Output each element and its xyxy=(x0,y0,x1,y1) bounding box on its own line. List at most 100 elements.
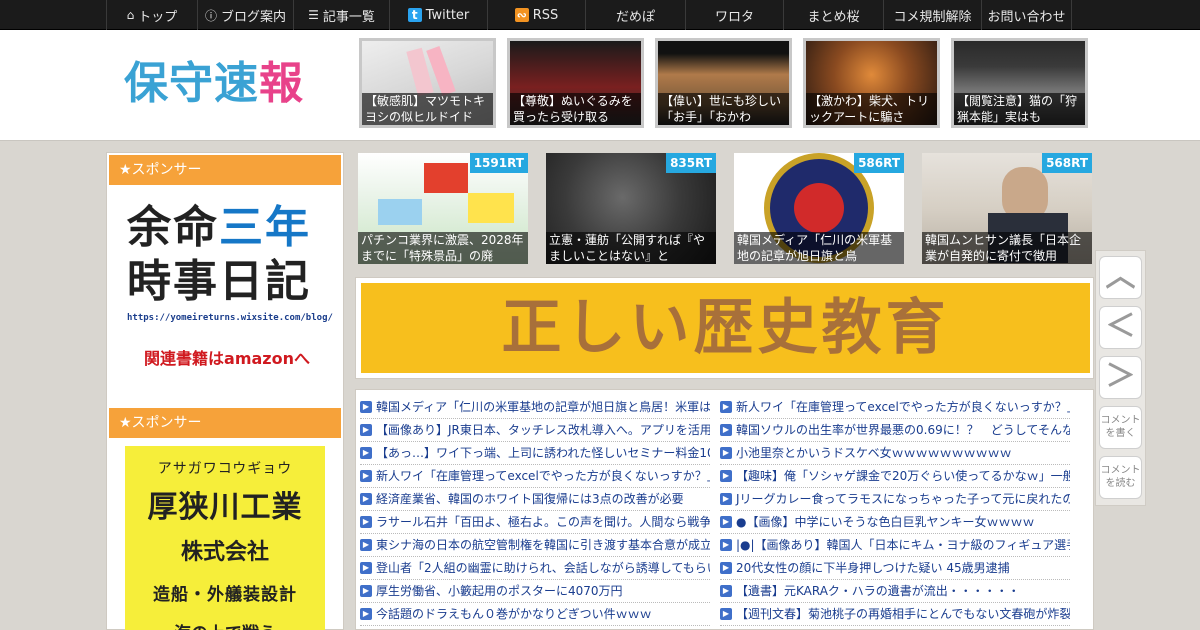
link-text: 新人ワイ「在庫管理ってexcelでやった方が良くないっすか？」 xyxy=(736,400,1070,414)
read-comment-button[interactable]: コメント を読む xyxy=(1099,456,1142,499)
nav-item-twitter[interactable]: t Twitter xyxy=(390,0,488,30)
ad-title-line2: 時事日記 xyxy=(127,256,311,307)
list-item[interactable]: ▶ 【遺書】元KARAク・ハラの遺書が流出・・・・・・ xyxy=(720,580,1070,603)
rt-caption: 韓国ムンヒサン議長「日本企業が自発的に寄付で徴用 xyxy=(922,232,1092,264)
header-thumb[interactable]: 【敏感肌】マツモトキヨシの似ヒルドイド xyxy=(359,38,496,128)
rt-thumb[interactable]: 835RT 立憲・蓮舫「公開すれば『やましいことはない』と xyxy=(546,153,716,264)
sponsor-ad-asagawa[interactable]: アサガワコウギョウ 厚狭川工業 株式会社 造船・外艤装設計 海の上で戦う xyxy=(125,446,325,630)
list-item[interactable]: ▶ 韓国メディア「仁川の米軍基地の記章が旭日旗と鳥居！米軍は xyxy=(360,396,710,419)
home-icon: ⌂ xyxy=(126,8,135,22)
rt-thumb[interactable]: 1591RT パチンコ業界に激震、2028年までに「特殊景品」の廃 xyxy=(358,153,528,264)
rt-caption: 韓国メディア「仁川の米軍基地の記章が旭日旗と鳥 xyxy=(734,232,904,264)
link-bullet-icon: ▶ xyxy=(360,585,372,597)
twitter-icon: t xyxy=(407,8,422,22)
nav-item-warota[interactable]: ワロタ xyxy=(686,0,784,30)
sponsor-heading: ★スポンサー xyxy=(109,155,341,185)
thumb-caption: 【敏感肌】マツモトキヨシの似ヒルドイド xyxy=(362,93,493,125)
list-item[interactable]: ▶ 【あっ…】ワイ下っ端、上司に誘われた怪しいセミナー料金10 xyxy=(360,442,710,465)
header-thumb[interactable]: 【偉い】世にも珍しい「お手」「おかわ xyxy=(655,38,792,128)
button-label: を読む xyxy=(1105,478,1136,489)
nav-item-damepo[interactable]: だめぽ xyxy=(586,0,686,30)
link-bullet-icon: ▶ xyxy=(720,424,732,436)
insignia-center-shape xyxy=(794,183,844,233)
nav-label: だめぽ xyxy=(615,9,655,25)
link-text: Jリーグカレー食ってラモスになっちゃった子って元に戻れたの xyxy=(736,492,1070,506)
link-bullet-icon: ▶ xyxy=(360,608,372,620)
nav-item-contact[interactable]: お問い合わせ xyxy=(982,0,1072,30)
list-item[interactable]: ▶ 新人ワイ「在庫管理ってexcelでやった方が良くないっすか？」 xyxy=(360,465,710,488)
ad-business: 造船・外艤装設計 xyxy=(153,585,297,605)
list-item[interactable]: ▶ 【画像あり】JR東日本、タッチレス改札導入へ。アプリを活用 xyxy=(360,419,710,442)
site-logo[interactable]: 保守速報 xyxy=(124,54,324,114)
thumb-caption: 【偉い】世にも珍しい「お手」「おかわ xyxy=(658,93,789,125)
list-item[interactable]: ▶ ●【画像】中学にいそうな色白巨乳ヤンキー女ｗｗｗｗ xyxy=(720,511,1070,534)
link-text: 厚生労働省、小籔起用のポスターに4070万円 xyxy=(376,584,623,598)
ad-title-line1: 余命三年 xyxy=(127,201,327,255)
list-item[interactable]: ▶ Jリーグカレー食ってラモスになっちゃった子って元に戻れたの xyxy=(720,488,1070,511)
rt-thumb[interactable]: 568RT 韓国ムンヒサン議長「日本企業が自発的に寄付で徴用 xyxy=(922,153,1092,264)
info-icon: ⓘ xyxy=(204,8,217,23)
links-column-right: ▶ 新人ワイ「在庫管理ってexcelでやった方が良くないっすか？」 ▶ 韓国ソウルの… xyxy=(720,396,1070,626)
header-thumb[interactable]: 【激かわ】柴犬、トリックアートに騙さ xyxy=(803,38,940,128)
rt-thumb[interactable]: 586RT 韓国メディア「仁川の米軍基地の記章が旭日旗と鳥 xyxy=(734,153,904,264)
list-item[interactable]: ▶ 厚生労働省、小籔起用のポスターに4070万円 xyxy=(360,580,710,603)
previous-article-button[interactable]: ＜ xyxy=(1099,306,1142,349)
link-bullet-icon: ▶ xyxy=(720,470,732,482)
top-navigation: ⌂ トップ ⓘ ブログ案内 ☰ 記事一覧 t Twitter ∾ RSS だめぽ… xyxy=(0,0,1200,30)
list-item[interactable]: ▶ 登山者「2人組の幽霊に助けられ、会話しながら誘導してもらい xyxy=(360,557,710,580)
list-item[interactable]: ▶ 新人ワイ「在庫管理ってexcelでやった方が良くないっすか？」 xyxy=(720,396,1070,419)
link-bullet-icon: ▶ xyxy=(720,585,732,597)
rss-icon: ∾ xyxy=(514,8,529,22)
left-sidebar: ★スポンサー 余命三年 時事日記 https://yomeireturns.wi… xyxy=(106,152,344,630)
header-thumb[interactable]: 【閲覧注意】猫の「狩猟本能」実はも xyxy=(951,38,1088,128)
sponsor-ad-yomei[interactable]: 余命三年 時事日記 https://yomeireturns.wixsite.c… xyxy=(127,201,333,369)
link-text: 東シナ海の日本の航空管制権を韓国に引き渡す基本合意が成立 xyxy=(376,538,710,552)
link-bullet-icon: ▶ xyxy=(360,516,372,528)
nav-item-matome-sakura[interactable]: まとめ桜 xyxy=(784,0,884,30)
list-item[interactable]: ▶ 今話題のドラえもん０巻がかなりどぎつい件ｗｗｗ xyxy=(360,603,710,626)
thumb-caption: 【尊敬】ぬいぐるみを買ったら受け取る xyxy=(510,93,641,125)
link-bullet-icon: ▶ xyxy=(720,539,732,551)
list-item[interactable]: ▶ 【趣味】俺「ソシャゲ課金で20万ぐらい使ってるかなｗ」一般 xyxy=(720,465,1070,488)
ad-amazon-link[interactable]: 関連書籍はamazonへ xyxy=(127,345,327,369)
rt-count-badge: 835RT xyxy=(666,153,716,173)
list-item[interactable]: ▶ 経済産業省、韓国のホワイト国復帰には3点の改善が必要 xyxy=(360,488,710,511)
nav-label: ブログ案内 xyxy=(221,9,287,25)
nav-item-article-list[interactable]: ☰ 記事一覧 xyxy=(294,0,390,30)
list-item[interactable]: ▶ |●|【画像あり】韓国人「日本にキム・ヨナ級のフィギュア選手 xyxy=(720,534,1070,557)
write-comment-button[interactable]: コメント を書く xyxy=(1099,406,1142,449)
header-thumb[interactable]: 【尊敬】ぬいぐるみを買ったら受け取る xyxy=(507,38,644,128)
link-text: |●|【画像あり】韓国人「日本にキム・ヨナ級のフィギュア選手 xyxy=(736,538,1070,552)
chevron-right-icon: ＞ xyxy=(1105,359,1136,394)
links-column-left: ▶ 韓国メディア「仁川の米軍基地の記章が旭日旗と鳥居！米軍は ▶ 【画像あり】JR東… xyxy=(360,396,710,626)
nav-label: Twitter xyxy=(425,7,470,23)
next-article-button[interactable]: ＞ xyxy=(1099,356,1142,399)
sponsor-heading: ★スポンサー xyxy=(109,408,341,438)
list-item[interactable]: ▶ 【週刊文春】菊池桃子の再婚相手にとんでもない文春砲が炸裂 xyxy=(720,603,1070,626)
list-item[interactable]: ▶ 韓国ソウルの出生率が世界最悪の0.69に！？ どうしてそんなに xyxy=(720,419,1070,442)
nav-item-comment-unban[interactable]: コメ規制解除 xyxy=(884,0,982,30)
scroll-top-button[interactable]: ︿ xyxy=(1099,256,1142,299)
list-item[interactable]: ▶ 小池里奈とかいうドスケベ女ｗｗｗｗｗｗｗｗｗｗ xyxy=(720,442,1070,465)
nav-label: お問い合わせ xyxy=(987,9,1066,25)
thumb-image-shape xyxy=(468,193,514,223)
ad-company-type: 株式会社 xyxy=(180,540,269,565)
link-bullet-icon: ▶ xyxy=(720,401,732,413)
link-bullet-icon: ▶ xyxy=(360,470,372,482)
link-text: 20代女性の顔に下半身押しつけた疑い 45歳男逮捕 xyxy=(736,561,1010,575)
thumb-image-shape xyxy=(378,199,422,225)
link-text: 【画像あり】JR東日本、タッチレス改札導入へ。アプリを活用 xyxy=(376,423,710,437)
nav-item-blog-guide[interactable]: ⓘ ブログ案内 xyxy=(198,0,294,30)
nav-item-rss[interactable]: ∾ RSS xyxy=(488,0,586,30)
rt-count-badge: 1591RT xyxy=(469,153,528,173)
nav-item-top[interactable]: ⌂ トップ xyxy=(106,0,198,30)
list-item[interactable]: ▶ ラサール石井「百田よ、極右よ。この声を聞け。人間なら戦争 xyxy=(360,511,710,534)
button-label: コメント xyxy=(1100,465,1141,476)
list-item[interactable]: ▶ 東シナ海の日本の航空管制権を韓国に引き渡す基本合意が成立 xyxy=(360,534,710,557)
nav-label: RSS xyxy=(532,7,559,23)
list-item[interactable]: ▶ 20代女性の顔に下半身押しつけた疑い 45歳男逮捕 xyxy=(720,557,1070,580)
link-bullet-icon: ▶ xyxy=(360,424,372,436)
link-bullet-icon: ▶ xyxy=(360,539,372,551)
chevron-up-icon: ︿ xyxy=(1105,259,1136,294)
history-education-banner[interactable]: 正しい歴史教育 xyxy=(361,283,1090,373)
